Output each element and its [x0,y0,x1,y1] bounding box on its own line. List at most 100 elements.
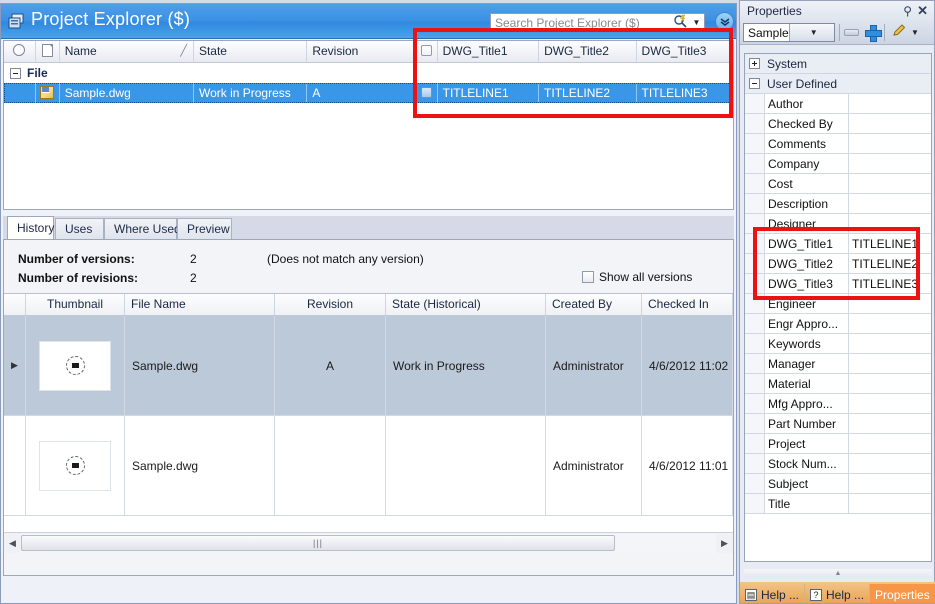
tab-where-used[interactable]: Where Used [104,218,181,240]
property-value[interactable] [849,194,931,213]
chevron-down-icon[interactable]: ▼ [788,24,834,41]
minus-icon[interactable] [844,29,859,36]
property-value[interactable] [849,174,931,193]
property-value[interactable]: TITLELINE1 [849,234,931,253]
tree-column-checkbox[interactable] [416,41,438,62]
property-row[interactable]: Author [745,94,931,114]
show-all-versions-checkbox[interactable]: Show all versions [582,270,692,284]
property-row[interactable]: DWG_Title3 TITLELINE3 [745,274,931,294]
tree-column-state-label: State [198,44,227,58]
history-grid[interactable]: Thumbnail File Name Revision State (Hist… [4,293,733,553]
property-row[interactable]: Checked By [745,114,931,134]
property-value[interactable] [849,474,931,493]
property-row[interactable]: Engr Appro... [745,314,931,334]
property-value[interactable] [849,354,931,373]
property-value[interactable] [849,494,931,513]
tree-group-file[interactable]: File [4,63,733,83]
property-value[interactable] [849,134,931,153]
property-row[interactable]: Company [745,154,931,174]
property-row[interactable]: Stock Num... [745,454,931,474]
property-value[interactable] [849,294,931,313]
property-row[interactable]: Cost [745,174,931,194]
property-row[interactable]: Description [745,194,931,214]
scrollbar-thumb[interactable]: ||| [21,534,615,551]
property-row[interactable]: Engineer [745,294,931,314]
property-value[interactable]: TITLELINE2 [849,254,931,273]
pencil-icon[interactable] [891,24,907,41]
property-value[interactable] [849,374,931,393]
property-value[interactable] [849,94,931,113]
plus-icon[interactable] [865,25,882,42]
tab-properties[interactable]: Properties [870,584,935,603]
expand-toolbar-button[interactable] [715,12,734,31]
expand-icon[interactable] [749,58,760,69]
tree-column-doc-icon[interactable] [36,41,60,62]
search-icon[interactable] [671,14,689,31]
chevron-down-icon[interactable]: ▼ [911,28,919,37]
property-value[interactable] [849,314,931,333]
tab-help-question[interactable]: ? Help ... [805,584,871,603]
property-value[interactable] [849,114,931,133]
property-value[interactable] [849,454,931,473]
property-value[interactable] [849,414,931,433]
horizontal-scrollbar[interactable]: ◀ ||| ▶ [4,532,733,553]
property-row[interactable]: Part Number [745,414,931,434]
property-value[interactable] [849,334,931,353]
property-row[interactable]: Subject [745,474,931,494]
property-row[interactable]: DWG_Title1 TITLELINE1 [745,234,931,254]
history-column-file-name[interactable]: File Name [125,294,275,315]
scroll-left-icon[interactable]: ◀ [4,534,21,553]
search-dropdown-icon[interactable]: ▼ [689,18,704,27]
checkbox-icon[interactable] [582,271,594,283]
table-row[interactable]: Sample.dwg Work in Progress A TITLELINE1… [4,83,733,103]
collapse-icon[interactable] [10,67,21,79]
property-row[interactable]: Project [745,434,931,454]
properties-group-system[interactable]: System [745,54,931,74]
property-row[interactable]: Mfg Appro... [745,394,931,414]
file-tree-grid[interactable]: Name ╱ State Revision DWG_Title1 DWG_Tit… [3,40,734,210]
properties-scroll-indicator[interactable]: ▲ [744,569,932,578]
property-name: Author [765,94,849,113]
property-value[interactable] [849,154,931,173]
property-row[interactable]: Manager [745,354,931,374]
scroll-right-icon[interactable]: ▶ [716,534,733,553]
history-column-state[interactable]: State (Historical) [386,294,546,315]
close-icon[interactable]: ✕ [917,3,928,19]
property-row[interactable]: DWG_Title2 TITLELINE2 [745,254,931,274]
tree-column-revision[interactable]: Revision [307,41,416,62]
tree-column-state[interactable]: State [194,41,308,62]
property-row[interactable]: Designer [745,214,931,234]
tree-column-dwg-title3[interactable]: DWG_Title3 [637,41,733,62]
tab-preview[interactable]: Preview [177,218,232,240]
tab-history[interactable]: History [7,216,54,240]
tree-column-name[interactable]: Name ╱ [60,41,194,62]
tab-help-book[interactable]: ▤ Help ... [740,584,806,603]
property-row[interactable]: Comments [745,134,931,154]
table-row[interactable]: Sample.dwg Administrator 4/6/2012 11:01 … [4,416,733,516]
tree-column-dwg-title1[interactable]: DWG_Title1 [438,41,540,62]
history-column-created-by[interactable]: Created By [546,294,642,315]
properties-group-user-defined[interactable]: User Defined [745,74,931,94]
tree-column-select-all[interactable] [4,41,36,62]
property-row[interactable]: Title [745,494,931,514]
property-value[interactable] [849,434,931,453]
tree-column-dwg-title2[interactable]: DWG_Title2 [539,41,637,62]
property-row[interactable]: Keywords [745,334,931,354]
property-row[interactable]: Material [745,374,931,394]
row-checkbox[interactable] [420,87,432,98]
collapse-icon[interactable] [749,78,760,89]
property-value[interactable]: TITLELINE3 [849,274,931,293]
property-value[interactable] [849,394,931,413]
properties-list[interactable]: System User Defined Author Checked By Co… [744,53,932,562]
search-input[interactable]: Search Project Explorer ($) ▼ [490,13,705,32]
scrollbar-track[interactable]: ||| [21,533,716,553]
property-value[interactable] [849,214,931,233]
table-row[interactable]: ▶ Sample.dwg A Work in Progress Administ… [4,316,733,416]
sort-indicator-icon: ╱ [180,45,187,57]
history-column-revision[interactable]: Revision [275,294,386,315]
history-column-thumbnail[interactable]: Thumbnail [26,294,125,315]
file-selector-dropdown[interactable]: Sample.dwg ▼ [743,23,835,42]
pin-icon[interactable]: ⚲ [903,4,912,18]
tab-uses[interactable]: Uses [55,218,104,240]
history-column-checked-in[interactable]: Checked In [642,294,733,315]
